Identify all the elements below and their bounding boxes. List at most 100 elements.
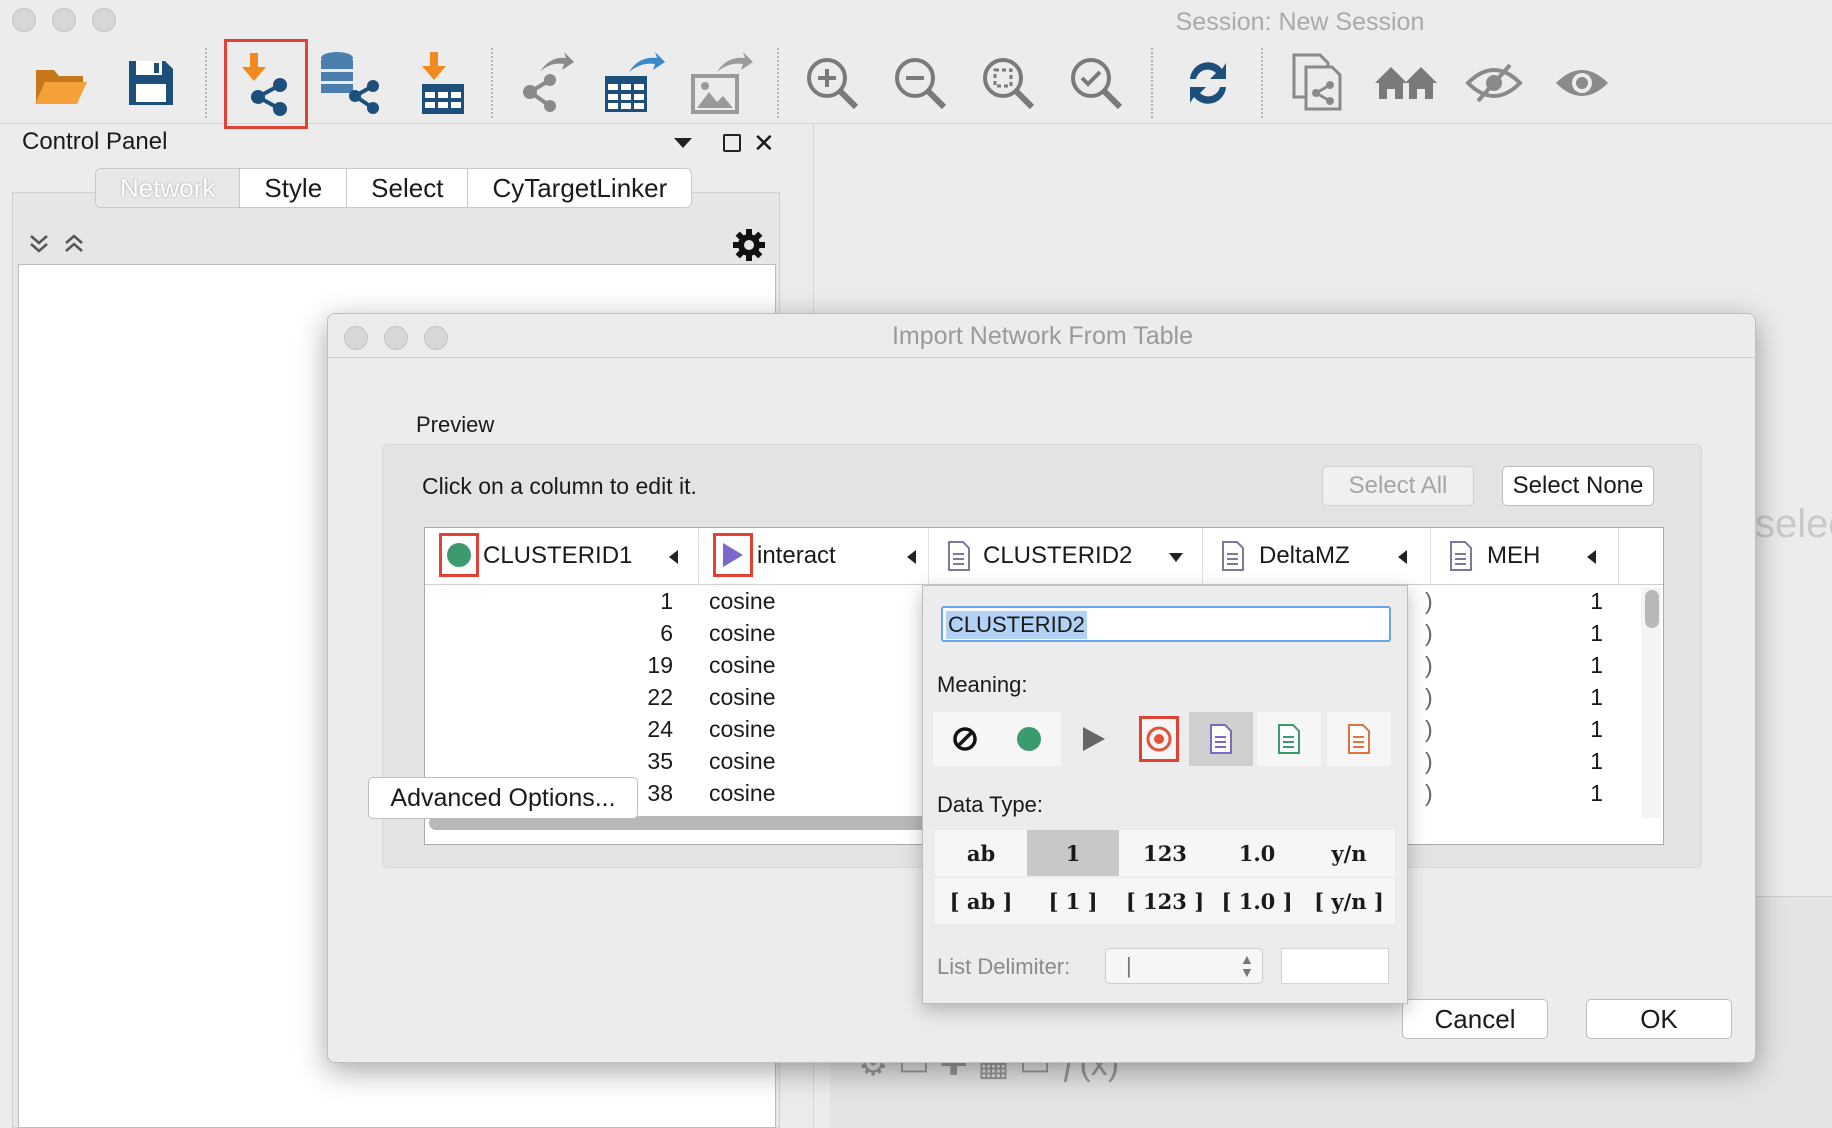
float-panel-icon[interactable] <box>723 134 741 152</box>
cell-clusterid1: 35 <box>647 748 673 774</box>
column-header-clusterid2[interactable]: CLUSTERID2 <box>929 528 1203 584</box>
column-menu-icon[interactable] <box>907 550 916 564</box>
column-name-input[interactable]: CLUSTERID2 <box>941 606 1391 642</box>
import-network-from-database-icon[interactable] <box>315 48 385 118</box>
cell-clusterid1: 24 <box>647 716 673 742</box>
column-header-clusterid1[interactable]: CLUSTERID1 <box>425 528 699 584</box>
cell-interact: cosine <box>709 780 776 806</box>
cell-interact: cosine <box>709 684 776 710</box>
target-node-icon[interactable] <box>1139 716 1179 762</box>
cell-meh: 1 <box>1590 588 1603 614</box>
import-table-icon[interactable] <box>405 48 475 118</box>
column-editor-popup: CLUSTERID2 Meaning: Data Type: ab 1 123 … <box>922 585 1408 1004</box>
data-type-boolean-list[interactable]: [ y/n ] <box>1303 878 1395 924</box>
cell-deltamz-clipped: ) <box>1425 588 1433 614</box>
hide-icon[interactable] <box>1459 48 1529 118</box>
control-panel-title: Control Panel <box>22 128 168 155</box>
instruction-text: Click on a column to edit it. <box>422 473 697 499</box>
data-type-string-list[interactable]: [ ab ] <box>935 878 1027 924</box>
zoom-in-icon[interactable] <box>797 48 867 118</box>
panel-menu-icon[interactable] <box>674 138 692 148</box>
cell-interact: cosine <box>709 748 776 774</box>
save-icon[interactable] <box>116 48 186 118</box>
column-header-meh[interactable]: MEH <box>1431 528 1619 584</box>
data-type-boolean[interactable]: y/n <box>1303 830 1395 876</box>
select-all-button[interactable]: Select All <box>1322 466 1474 506</box>
attribute-file-icon <box>1449 541 1473 578</box>
cell-meh: 1 <box>1590 684 1603 710</box>
export-image-icon[interactable] <box>687 48 757 118</box>
source-node-icon[interactable] <box>997 712 1061 766</box>
tab-style[interactable]: Style <box>240 169 348 207</box>
tab-select[interactable]: Select <box>347 169 469 207</box>
advanced-options-button[interactable]: Advanced Options... <box>368 777 638 819</box>
column-menu-icon[interactable] <box>1587 550 1596 564</box>
refresh-icon[interactable] <box>1173 48 1243 118</box>
not-imported-icon[interactable] <box>933 712 997 766</box>
main-toolbar <box>0 39 1832 129</box>
target-node-attribute-icon[interactable] <box>1327 712 1391 766</box>
zoom-out-icon[interactable] <box>885 48 955 118</box>
data-type-double-list[interactable]: [ 1.0 ] <box>1211 878 1303 924</box>
column-menu-icon[interactable] <box>669 550 678 564</box>
close-panel-icon[interactable]: ✕ <box>753 128 775 159</box>
cell-clusterid1: 1 <box>660 588 673 614</box>
column-name: interact <box>757 542 836 569</box>
window-titlebar: Session: New Session <box>0 0 1832 42</box>
cell-deltamz-clipped: ) <box>1425 652 1433 678</box>
custom-delimiter-input[interactable] <box>1281 948 1389 984</box>
column-menu-open-icon[interactable] <box>1169 553 1183 562</box>
cell-interact: cosine <box>709 620 776 646</box>
list-delimiter-label: List Delimiter: <box>937 954 1071 979</box>
export-network-icon[interactable] <box>511 48 581 118</box>
column-name: CLUSTERID1 <box>483 542 633 569</box>
home-icon[interactable] <box>1371 48 1441 118</box>
open-folder-icon[interactable] <box>26 48 96 118</box>
gear-icon[interactable] <box>732 228 766 267</box>
tab-network[interactable]: Network <box>96 169 241 207</box>
source-node-icon <box>439 533 479 577</box>
cell-clusterid1: 38 <box>647 780 673 806</box>
cell-deltamz-clipped: ) <box>1425 716 1433 742</box>
column-menu-icon[interactable] <box>1398 550 1407 564</box>
data-type-double[interactable]: 1.0 <box>1211 830 1303 876</box>
tab-cytargetlinker[interactable]: CyTargetLinker <box>468 169 691 207</box>
data-type-integer[interactable]: 1 <box>1027 830 1119 876</box>
meaning-label: Meaning: <box>937 672 1028 697</box>
new-network-from-selection-icon[interactable] <box>1283 48 1353 118</box>
chevron-updown-icon: ▲ ▼ <box>1240 951 1254 980</box>
column-name: MEH <box>1487 542 1541 569</box>
attribute-file-icon <box>1221 541 1245 578</box>
cell-meh: 1 <box>1590 620 1603 646</box>
column-header-interact[interactable]: interact <box>699 528 929 584</box>
data-type-integer-list[interactable]: [ 1 ] <box>1027 878 1119 924</box>
cell-deltamz-clipped: ) <box>1425 684 1433 710</box>
cell-interact: cosine <box>709 652 776 678</box>
interaction-type-icon[interactable] <box>1061 712 1125 766</box>
zoom-selected-icon[interactable] <box>1061 48 1131 118</box>
dialog-title: Import Network From Table <box>891 322 1193 350</box>
column-name: DeltaMZ <box>1259 542 1350 569</box>
zoom-fit-icon[interactable] <box>973 48 1043 118</box>
select-none-button[interactable]: Select None <box>1502 466 1654 506</box>
column-header-deltamz[interactable]: DeltaMZ <box>1203 528 1431 584</box>
cell-clusterid1: 22 <box>647 684 673 710</box>
ok-button[interactable]: OK <box>1586 999 1732 1039</box>
expand-all-icon[interactable] <box>28 232 50 259</box>
list-delimiter-value: | <box>1126 953 1132 978</box>
export-table-icon[interactable] <box>599 48 669 118</box>
import-network-from-file-icon[interactable] <box>224 39 308 129</box>
data-type-long-list[interactable]: [ 123 ] <box>1119 878 1211 924</box>
source-node-attribute-icon[interactable] <box>1189 712 1253 766</box>
collapse-all-icon[interactable] <box>63 232 85 259</box>
list-delimiter-select[interactable]: | ▲ ▼ <box>1105 948 1263 984</box>
cell-meh: 1 <box>1590 780 1603 806</box>
vertical-scrollbar[interactable] <box>1645 590 1659 628</box>
edge-attribute-icon[interactable] <box>1257 712 1321 766</box>
show-icon[interactable] <box>1547 48 1617 118</box>
cell-meh: 1 <box>1590 652 1603 678</box>
attribute-file-icon <box>947 541 971 578</box>
data-type-long[interactable]: 123 <box>1119 830 1211 876</box>
cancel-button[interactable]: Cancel <box>1402 999 1548 1039</box>
data-type-string[interactable]: ab <box>935 830 1027 876</box>
